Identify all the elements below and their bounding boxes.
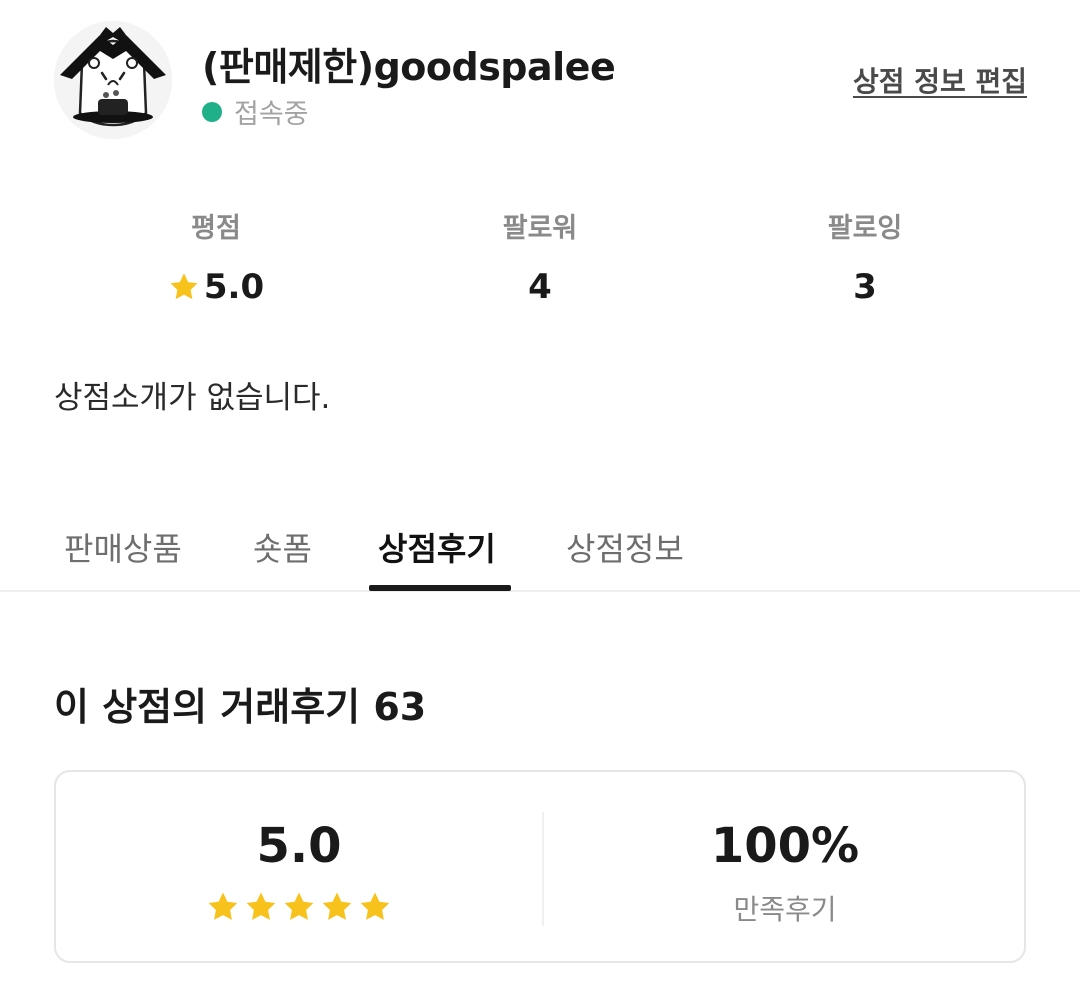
shop-tabs: 판매상품 숏폼 상점후기 상점정보 [0, 500, 1080, 592]
star-icon [322, 892, 352, 920]
stat-label: 평점 [191, 213, 241, 244]
status-text: 접속중 [234, 99, 309, 130]
satisfaction-percent: 100% [710, 818, 860, 874]
star-icon [284, 892, 314, 920]
stat-label: 팔로잉 [827, 213, 903, 244]
satisfaction-label: 만족후기 [733, 893, 837, 926]
online-status: 접속중 [202, 92, 309, 131]
tab-reviews[interactable]: 상점후기 [378, 524, 496, 570]
rating-stars [56, 890, 542, 924]
following-value: 3 [853, 267, 877, 307]
shop-name: (판매제한)goodspalee [202, 45, 616, 89]
shop-page: (판매제한)goodspalee 접속중 상점 정보 편집 평점 5.0 팔로워… [0, 0, 1080, 987]
tab-products[interactable]: 판매상품 [64, 524, 182, 570]
star-icon [360, 892, 390, 920]
stat-following[interactable]: 팔로잉 3 [745, 206, 985, 307]
star-icon [246, 892, 276, 920]
edit-shop-info-link[interactable]: 상점 정보 편집 [853, 60, 1027, 100]
rating-value: 5.0 [203, 267, 265, 307]
avatar[interactable] [54, 21, 172, 139]
stat-followers[interactable]: 팔로워 4 [420, 206, 660, 307]
review-summary-card: 5.0 100% 만족후기 [54, 770, 1026, 963]
tab-shop-info[interactable]: 상점정보 [566, 524, 684, 570]
reviews-title: 이 상점의 거래후기 63 [54, 685, 427, 729]
stat-label: 팔로워 [502, 213, 578, 244]
stat-rating[interactable]: 평점 5.0 [96, 206, 336, 307]
shop-intro: 상점소개가 없습니다. [54, 380, 331, 416]
active-tab-indicator [369, 585, 511, 591]
followers-value: 4 [528, 267, 552, 307]
average-rating: 5.0 [256, 818, 342, 874]
online-dot-icon [202, 101, 222, 122]
hamster-avatar-icon [54, 21, 172, 139]
star-icon [170, 273, 198, 300]
star-icon [208, 892, 238, 920]
tab-shortform[interactable]: 숏폼 [253, 524, 312, 570]
stat-value: 5.0 [96, 267, 336, 307]
